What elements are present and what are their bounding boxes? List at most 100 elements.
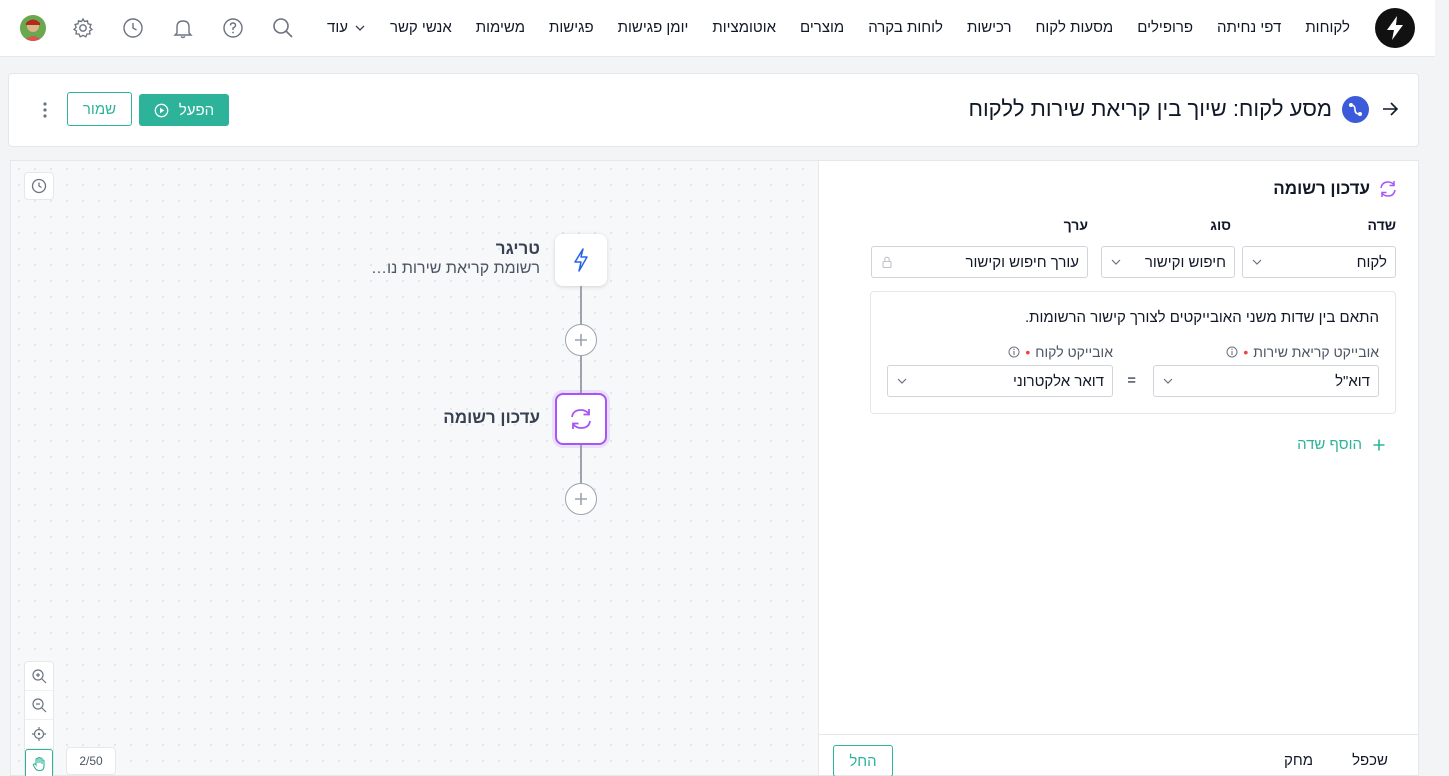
crosshair-icon	[32, 727, 46, 741]
plus-icon	[575, 334, 587, 346]
update-record-node[interactable]	[555, 393, 607, 445]
nav-item-dashboards[interactable]: לוחות בקרה	[868, 19, 943, 36]
equals-sign: =	[1127, 372, 1136, 389]
service-object-select[interactable]: דוא"ל	[1153, 365, 1379, 397]
info-icon[interactable]	[1008, 346, 1020, 358]
field-select[interactable]: לקוח	[1242, 246, 1396, 278]
service-object-label-text: אובייקט קריאת שירות	[1253, 344, 1379, 360]
add-field-button[interactable]: הוסף שדה	[1297, 436, 1386, 453]
help-icon[interactable]	[221, 16, 245, 40]
search-icon[interactable]	[271, 16, 295, 40]
plus-icon	[1373, 439, 1385, 450]
trigger-node[interactable]	[555, 234, 607, 286]
clock-icon	[31, 178, 47, 194]
clock-icon[interactable]	[121, 16, 145, 40]
service-object-value: דוא"ל	[1335, 372, 1370, 390]
nav-item-automations[interactable]: אוטומציות	[712, 19, 776, 36]
zoom-in-button[interactable]	[25, 662, 53, 691]
apply-button[interactable]: החל	[833, 745, 893, 776]
matching-description: התאם בין שדות משני האובייקטים לצורך קישו…	[1024, 309, 1379, 326]
nav-item-meetings[interactable]: פגישות	[549, 19, 594, 36]
page-counter: 2/50	[66, 747, 116, 775]
plus-icon	[575, 493, 587, 505]
connector-line	[580, 445, 582, 485]
refresh-icon	[1380, 181, 1396, 197]
panel-title: עדכון רשומה	[1273, 179, 1370, 198]
type-select-value: חיפוש וקישור	[1144, 253, 1226, 271]
history-button[interactable]	[24, 172, 54, 200]
lock-icon	[882, 256, 892, 269]
save-button[interactable]: שמור	[67, 92, 132, 126]
customer-object-value: דואר אלקטרוני	[1012, 372, 1104, 390]
lightning-icon	[574, 248, 588, 272]
more-options-icon[interactable]	[39, 100, 51, 120]
chevron-down-icon	[1252, 259, 1262, 265]
chevron-down-icon	[1111, 259, 1121, 265]
chevron-down-icon	[1163, 378, 1173, 384]
type-select[interactable]: חיפוש וקישור	[1101, 246, 1235, 278]
column-label-field: שדה	[1367, 217, 1396, 233]
duplicate-button[interactable]: שכפל	[1352, 752, 1388, 769]
customer-object-label: אובייקט לקוח •	[1008, 344, 1113, 360]
field-matching-box: התאם בין שדות משני האובייקטים לצורך קישו…	[870, 291, 1396, 414]
top-navigation: לקוחות דפי נחיתה פרופילים מסעות לקוח רכי…	[0, 0, 1435, 57]
hand-icon	[32, 756, 45, 771]
gear-icon[interactable]	[71, 16, 95, 40]
required-indicator: •	[1025, 344, 1031, 360]
zoom-controls	[24, 661, 54, 776]
arrow-right-icon[interactable]	[1380, 99, 1400, 119]
refresh-icon	[571, 409, 591, 429]
delete-button[interactable]: מחק	[1284, 752, 1313, 769]
panel-header: עדכון רשומה	[1273, 179, 1398, 199]
activate-button[interactable]: הפעל	[139, 94, 229, 126]
bell-icon[interactable]	[171, 16, 195, 40]
page-title: מסע לקוח: שיוך בין קריאת שירות ללקוח	[968, 96, 1332, 121]
trigger-subtitle: רשומת קריאת שירות נוצרה	[370, 260, 540, 277]
nav-item-meeting-calendar[interactable]: יומן פגישות	[618, 19, 689, 36]
add-step-button[interactable]	[565, 483, 597, 515]
app-logo-icon[interactable]	[1375, 8, 1415, 48]
play-circle-icon	[154, 103, 169, 117]
value-editor-field[interactable]: עורך חיפוש וקישור	[871, 246, 1088, 278]
user-avatar[interactable]	[20, 15, 46, 41]
connector-line	[580, 356, 582, 393]
chevron-down-icon	[897, 378, 907, 384]
nav-item-products[interactable]: מוצרים	[800, 19, 844, 36]
zoom-out-button[interactable]	[25, 691, 53, 720]
journey-icon	[1342, 96, 1369, 123]
panel-footer: שכפל מחק החל	[819, 734, 1418, 776]
required-indicator: •	[1243, 344, 1249, 360]
step-settings-panel: עדכון רשומה שדה סוג ערך לקוח חיפוש וקישו…	[818, 160, 1419, 776]
update-record-title: עדכון רשומה	[443, 408, 540, 427]
nav-more-menu[interactable]: עוד	[327, 19, 366, 36]
column-label-value: ערך	[1063, 217, 1088, 233]
recenter-button[interactable]	[25, 720, 53, 749]
activate-label: הפעל	[178, 101, 215, 119]
customer-object-select[interactable]: דואר אלקטרוני	[887, 365, 1113, 397]
pan-hand-button[interactable]	[25, 749, 53, 776]
zoom-out-icon	[32, 698, 47, 713]
customer-object-label-text: אובייקט לקוח	[1035, 344, 1113, 360]
nav-menu: לקוחות דפי נחיתה פרופילים מסעות לקוח רכי…	[327, 0, 1350, 55]
nav-item-purchases[interactable]: רכישות	[967, 19, 1012, 36]
nav-item-customer-journeys[interactable]: מסעות לקוח	[1036, 19, 1114, 36]
field-select-value: לקוח	[1356, 253, 1387, 271]
add-step-button[interactable]	[565, 324, 597, 356]
trigger-title: טריגר	[495, 239, 540, 258]
info-icon[interactable]	[1226, 346, 1238, 358]
zoom-in-icon	[32, 669, 47, 684]
service-object-label: אובייקט קריאת שירות •	[1226, 344, 1379, 360]
value-editor-text: עורך חיפוש וקישור	[965, 253, 1079, 271]
nav-item-customers[interactable]: לקוחות	[1305, 19, 1350, 36]
connector-line	[580, 286, 582, 328]
nav-item-contacts[interactable]: אנשי קשר	[390, 19, 452, 36]
column-label-type: סוג	[1210, 217, 1231, 233]
chevron-down-icon	[355, 25, 365, 31]
nav-item-profiles[interactable]: פרופילים	[1137, 19, 1193, 36]
journey-canvas[interactable]: טריגר רשומת קריאת שירות נוצרה עדכון רשומ…	[10, 160, 819, 776]
page-scrollbar[interactable]	[1435, 0, 1449, 776]
nav-more-label: עוד	[327, 19, 348, 36]
add-field-label: הוסף שדה	[1297, 436, 1362, 453]
nav-item-tasks[interactable]: משימות	[476, 19, 525, 36]
nav-item-landing-pages[interactable]: דפי נחיתה	[1217, 19, 1281, 36]
